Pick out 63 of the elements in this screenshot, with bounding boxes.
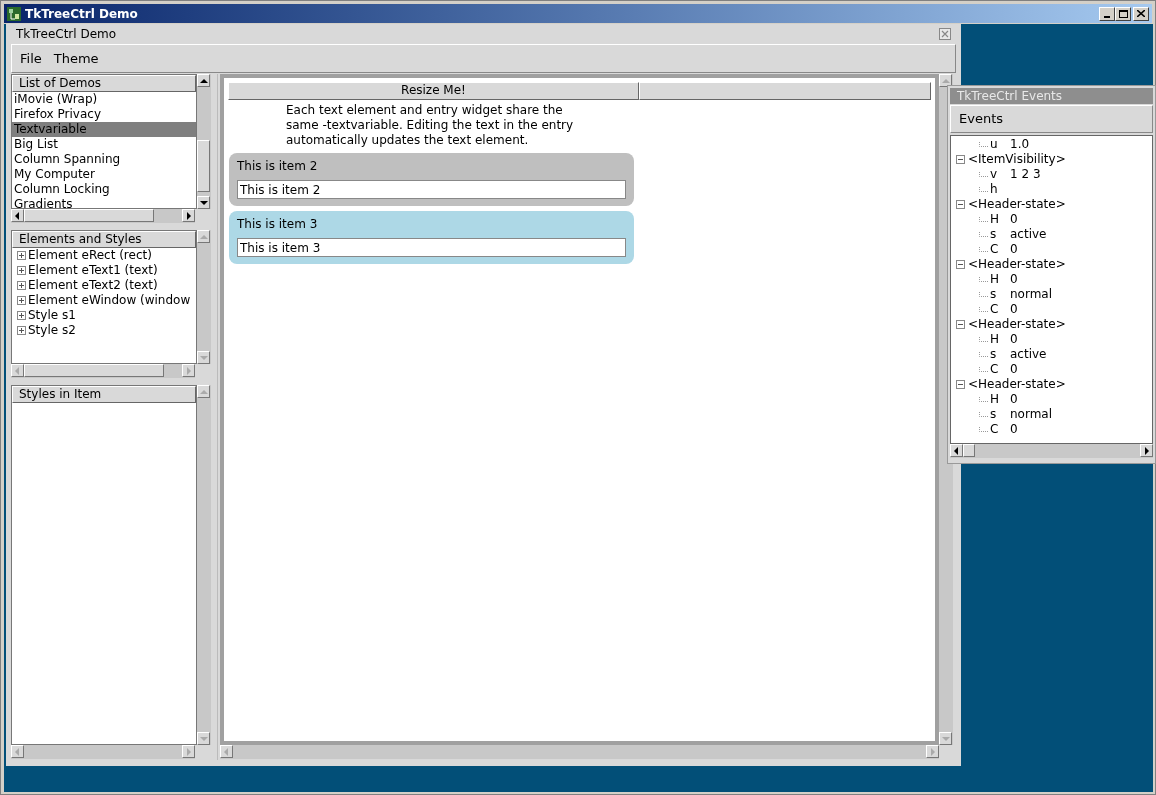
tree-item[interactable]: Element eRect (rect) bbox=[28, 248, 152, 263]
event-field-value: 0 bbox=[1010, 302, 1018, 317]
event-name[interactable]: <ItemVisibility> bbox=[968, 152, 1066, 167]
tree-item[interactable]: Element eText1 (text) bbox=[28, 263, 158, 278]
column-header[interactable]: Styles in Item bbox=[12, 386, 196, 403]
text-entry[interactable]: This is item 3 bbox=[237, 238, 626, 257]
menu-item[interactable]: Theme bbox=[53, 48, 99, 69]
event-field-key: s bbox=[990, 227, 1010, 242]
event-field-value: normal bbox=[1010, 407, 1053, 422]
event-field-key: s bbox=[990, 347, 1010, 362]
list-item[interactable]: Firefox Privacy bbox=[12, 107, 196, 122]
item-label: This is item 3 bbox=[237, 217, 319, 232]
list-item[interactable]: My Computer bbox=[12, 167, 196, 182]
event-field-key: H bbox=[990, 332, 1010, 347]
event-field-value: 1 2 3 bbox=[1010, 167, 1041, 182]
event-field-value: 0 bbox=[1010, 242, 1018, 257]
event-field-value: normal bbox=[1010, 287, 1053, 302]
event-field-value: 0 bbox=[1010, 422, 1018, 437]
window-title: TkTreeCtrl Events bbox=[950, 88, 1153, 104]
event-field-value: 0 bbox=[1010, 272, 1018, 287]
column-header[interactable]: Resize Me! bbox=[228, 82, 639, 100]
window-title: TkTreeCtrl Demo bbox=[25, 5, 139, 23]
event-name[interactable]: <Header-state> bbox=[968, 197, 1066, 212]
event-field-key: C bbox=[990, 422, 1010, 437]
list-item[interactable]: Column Locking bbox=[12, 182, 196, 197]
description-text: Each text element and entry widget share the same -textvariable. Editing the text in the entry automatically updates the text element. bbox=[286, 103, 575, 148]
event-field-value: 0 bbox=[1010, 212, 1018, 227]
event-name[interactable]: <Header-state> bbox=[968, 257, 1066, 272]
list-item[interactable]: Gradients bbox=[12, 197, 196, 208]
list-item[interactable]: Big List bbox=[12, 137, 196, 152]
event-field-key: C bbox=[990, 362, 1010, 377]
menu-item[interactable]: File bbox=[20, 48, 42, 69]
event-field-value: 1.0 bbox=[1010, 137, 1030, 152]
item-label: This is item 2 bbox=[237, 159, 319, 174]
column-header[interactable]: List of Demos bbox=[12, 75, 196, 92]
event-field-key: H bbox=[990, 272, 1010, 287]
event-field-key: v bbox=[990, 167, 1010, 182]
list-item[interactable]: Column Spanning bbox=[12, 152, 196, 167]
text-entry[interactable]: This is item 2 bbox=[237, 180, 626, 199]
event-field-key: H bbox=[990, 212, 1010, 227]
tree-item[interactable]: Element eText2 (text) bbox=[28, 278, 158, 293]
event-field-key: h bbox=[990, 182, 1010, 197]
event-field-value: active bbox=[1010, 227, 1047, 242]
event-field-key: u bbox=[990, 137, 1010, 152]
event-field-key: s bbox=[990, 407, 1010, 422]
column-header[interactable]: Elements and Styles bbox=[12, 231, 196, 248]
event-field-key: H bbox=[990, 392, 1010, 407]
event-field-value: active bbox=[1010, 347, 1047, 362]
event-field-value: 0 bbox=[1010, 392, 1018, 407]
tree-item[interactable]: Style s1 bbox=[28, 308, 76, 323]
window-title: TkTreeCtrl Demo bbox=[16, 26, 118, 43]
event-field-value: 0 bbox=[1010, 362, 1018, 377]
tree-item[interactable]: Element eWindow (window bbox=[28, 293, 191, 308]
list-item[interactable]: Textvariable bbox=[12, 122, 196, 137]
event-field-value: 0 bbox=[1010, 332, 1018, 347]
event-field-key: C bbox=[990, 242, 1010, 257]
event-field-key: C bbox=[990, 302, 1010, 317]
event-field-key: s bbox=[990, 287, 1010, 302]
list-item[interactable]: iMovie (Wrap) bbox=[12, 92, 196, 107]
tree-item[interactable]: Style s2 bbox=[28, 323, 76, 338]
menu-item[interactable]: Events bbox=[959, 109, 1003, 129]
event-name[interactable]: <Header-state> bbox=[968, 317, 1066, 332]
event-name[interactable]: <Header-state> bbox=[968, 377, 1066, 392]
